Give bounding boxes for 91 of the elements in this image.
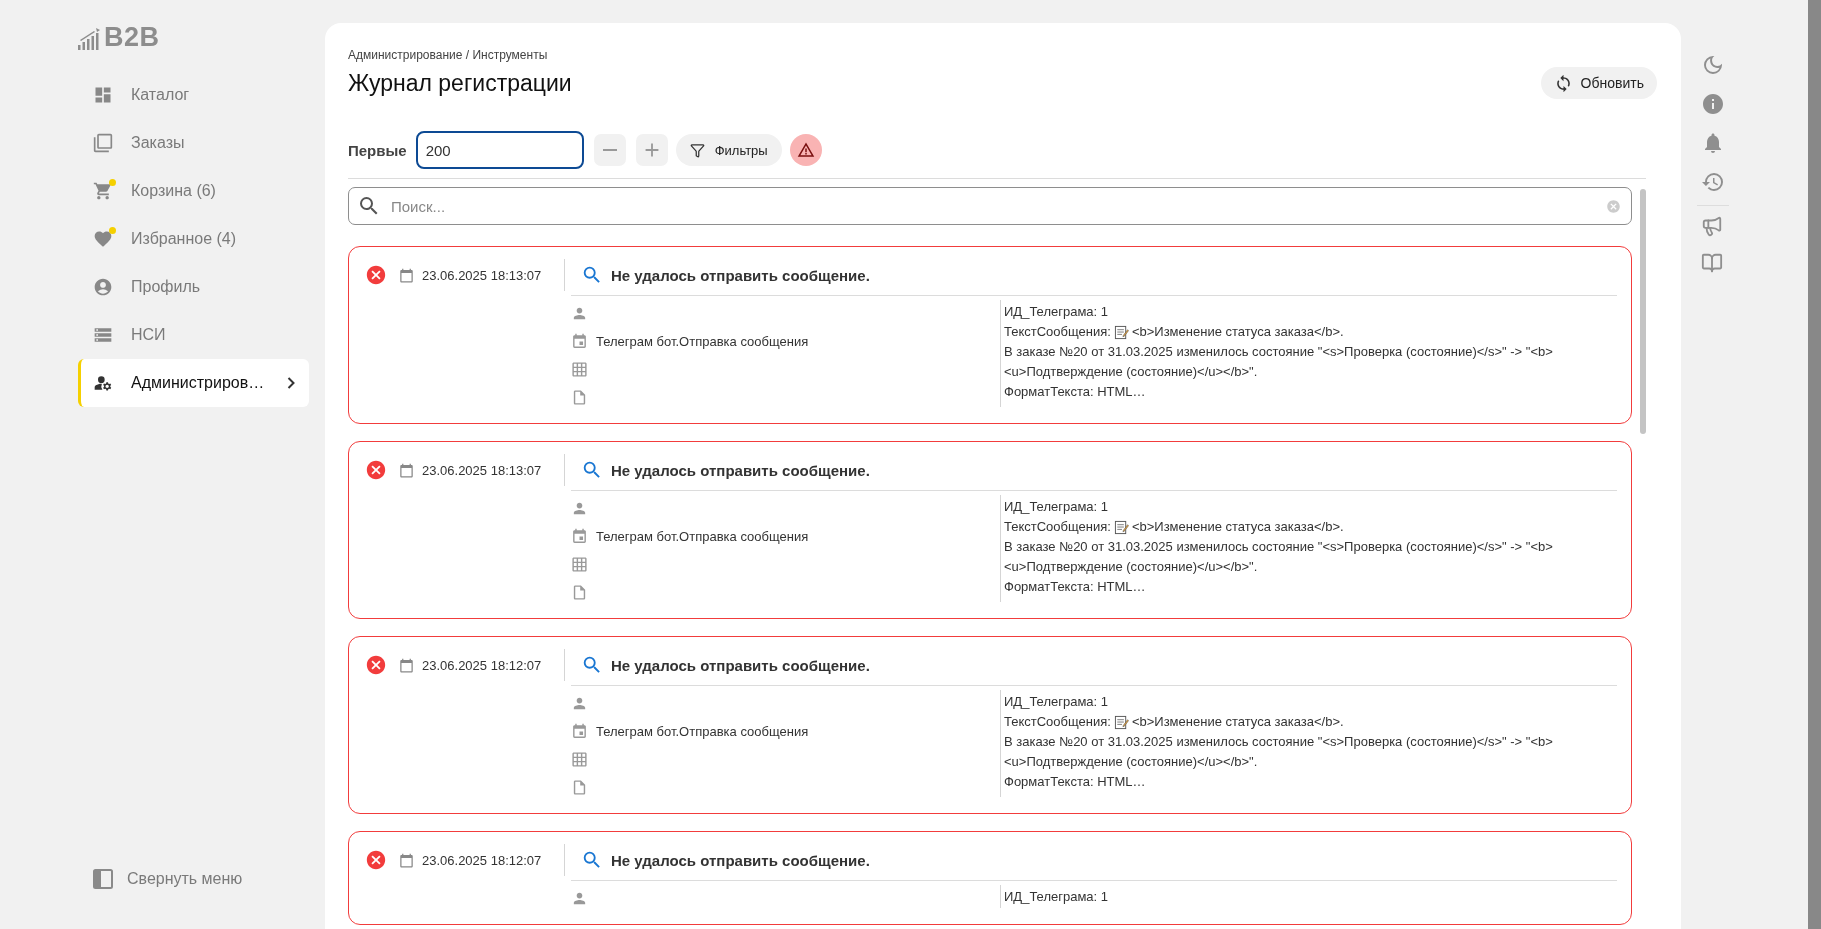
count-input[interactable]: 200: [415, 131, 584, 169]
sidebar-item[interactable]: НСИ: [78, 311, 309, 359]
error-icon: [365, 849, 387, 871]
entry-datetime: 23.06.2025 18:12:07: [422, 852, 542, 868]
count-label: Первые: [348, 141, 407, 159]
entry-source: Телеграм бот.Отправка сообщения: [596, 528, 809, 544]
sidebar-item[interactable]: Профиль: [78, 263, 309, 311]
detail-label: ТекстСообщения:: [1004, 713, 1111, 731]
decrement-button[interactable]: [593, 134, 626, 166]
file-icon: [571, 778, 588, 796]
breadcrumb: Администрирование / Инструменты: [348, 48, 549, 62]
detail-text: <u>Подтверждение (состояние)</u></b>".: [1004, 558, 1259, 576]
book-icon[interactable]: [1701, 252, 1723, 274]
entry-title: Не удалось отправить сообщение.: [611, 461, 870, 479]
detail-text: <u>Подтверждение (состояние)</u></b>".: [1004, 363, 1259, 381]
sidebar-item[interactable]: Каталог: [78, 71, 309, 119]
calendar-icon: [571, 332, 588, 350]
warning-icon: [796, 141, 815, 159]
refresh-button[interactable]: Обновить: [1540, 67, 1657, 99]
entry-source: Телеграм бот.Отправка сообщения: [596, 723, 809, 739]
detail-text: ФорматТекста: HTML…: [1004, 383, 1147, 401]
search-icon[interactable]: [581, 654, 603, 676]
search-icon[interactable]: [581, 849, 603, 871]
detail-text: <u>Подтверждение (состояние)</u></b>".: [1004, 753, 1259, 771]
calendar-icon: [571, 527, 588, 545]
warning-button[interactable]: [789, 134, 822, 166]
search-icon[interactable]: [581, 459, 603, 481]
table-icon: [571, 555, 588, 573]
detail-text: ИД_Телеграма: 1: [1004, 693, 1110, 711]
user-gear-icon: [93, 373, 113, 393]
detail-text: ФорматТекста: HTML…: [1004, 773, 1147, 791]
entry-datetime: 23.06.2025 18:12:07: [422, 657, 542, 673]
sidebar-item[interactable]: Заказы: [78, 119, 309, 167]
megaphone-icon[interactable]: [1701, 215, 1723, 237]
calendar-icon: [571, 722, 588, 740]
filters-button[interactable]: Фильтры: [675, 134, 782, 166]
detail-text: В заказе №20 от 31.03.2025 изменилось состояние "<s>Проверка (состояние)</s>" -> "<b>: [1004, 733, 1554, 751]
memo-icon: [1113, 324, 1129, 340]
cart-icon: [93, 181, 113, 201]
detail-text: <b>Изменение статуса заказа</b>.: [1131, 713, 1344, 731]
detail-text: ИД_Телеграма: 1: [1004, 888, 1110, 906]
detail-text: <b>Изменение статуса заказа</b>.: [1131, 323, 1344, 341]
error-icon: [365, 654, 387, 676]
memo-icon: [1113, 714, 1129, 730]
error-icon: [365, 459, 387, 481]
file-icon: [571, 388, 588, 406]
dashboard-icon: [93, 85, 113, 105]
detail-text: ИД_Телеграма: 1: [1004, 303, 1110, 321]
clear-icon[interactable]: [1606, 199, 1621, 214]
heart-icon: [93, 229, 113, 249]
memo-icon: [1113, 519, 1129, 535]
detail-label: ТекстСообщения:: [1004, 323, 1111, 341]
entry-title: Не удалось отправить сообщение.: [611, 656, 870, 674]
entry-title: Не удалось отправить сообщение.: [611, 266, 870, 284]
entry-title: Не удалось отправить сообщение.: [611, 851, 870, 869]
table-icon: [571, 750, 588, 768]
increment-button[interactable]: [635, 134, 668, 166]
moon-icon[interactable]: [1701, 53, 1725, 77]
page-title: Журнал регистрации: [348, 70, 572, 97]
calendar-icon: [399, 462, 414, 478]
detail-text: ИД_Телеграма: 1: [1004, 498, 1110, 516]
sidebar-panel-icon: [93, 869, 113, 889]
entry-datetime: 23.06.2025 18:13:07: [422, 462, 542, 478]
detail-text: В заказе №20 от 31.03.2025 изменилось состояние "<s>Проверка (состояние)</s>" -> "<b>: [1004, 343, 1554, 361]
calendar-icon: [399, 657, 414, 673]
signal-bars-icon: [78, 28, 102, 50]
scrollbar[interactable]: [1640, 189, 1646, 434]
search-field[interactable]: Поиск...: [348, 187, 1632, 225]
detail-label: ТекстСообщения:: [1004, 518, 1111, 536]
detail-text: <b>Изменение статуса заказа</b>.: [1131, 518, 1344, 536]
entry-datetime: 23.06.2025 18:13:07: [422, 267, 542, 283]
entry-source: Телеграм бот.Отправка сообщения: [596, 333, 809, 349]
history-icon[interactable]: [1701, 170, 1725, 194]
table-icon: [571, 360, 588, 378]
sidebar-item[interactable]: Избранное (4): [78, 215, 309, 263]
filter-icon: [689, 142, 705, 158]
info-icon[interactable]: [1701, 92, 1725, 116]
logo-text: B2B: [104, 24, 160, 50]
file-icon: [571, 583, 588, 601]
copy-icon: [93, 133, 113, 153]
search-icon[interactable]: [581, 264, 603, 286]
minus-icon: [602, 149, 617, 151]
collapse-menu-button[interactable]: Свернуть меню: [78, 869, 309, 889]
detail-text: В заказе №20 от 31.03.2025 изменилось состояние "<s>Проверка (состояние)</s>" -> "<b>: [1004, 538, 1554, 556]
database-icon: [93, 325, 113, 345]
calendar-icon: [399, 267, 414, 283]
detail-text: ФорматТекста: HTML…: [1004, 578, 1147, 596]
sidebar-item[interactable]: Администриров…: [78, 359, 309, 407]
error-icon: [365, 264, 387, 286]
sidebar-item[interactable]: Корзина (6): [78, 167, 309, 215]
calendar-icon: [399, 852, 414, 868]
